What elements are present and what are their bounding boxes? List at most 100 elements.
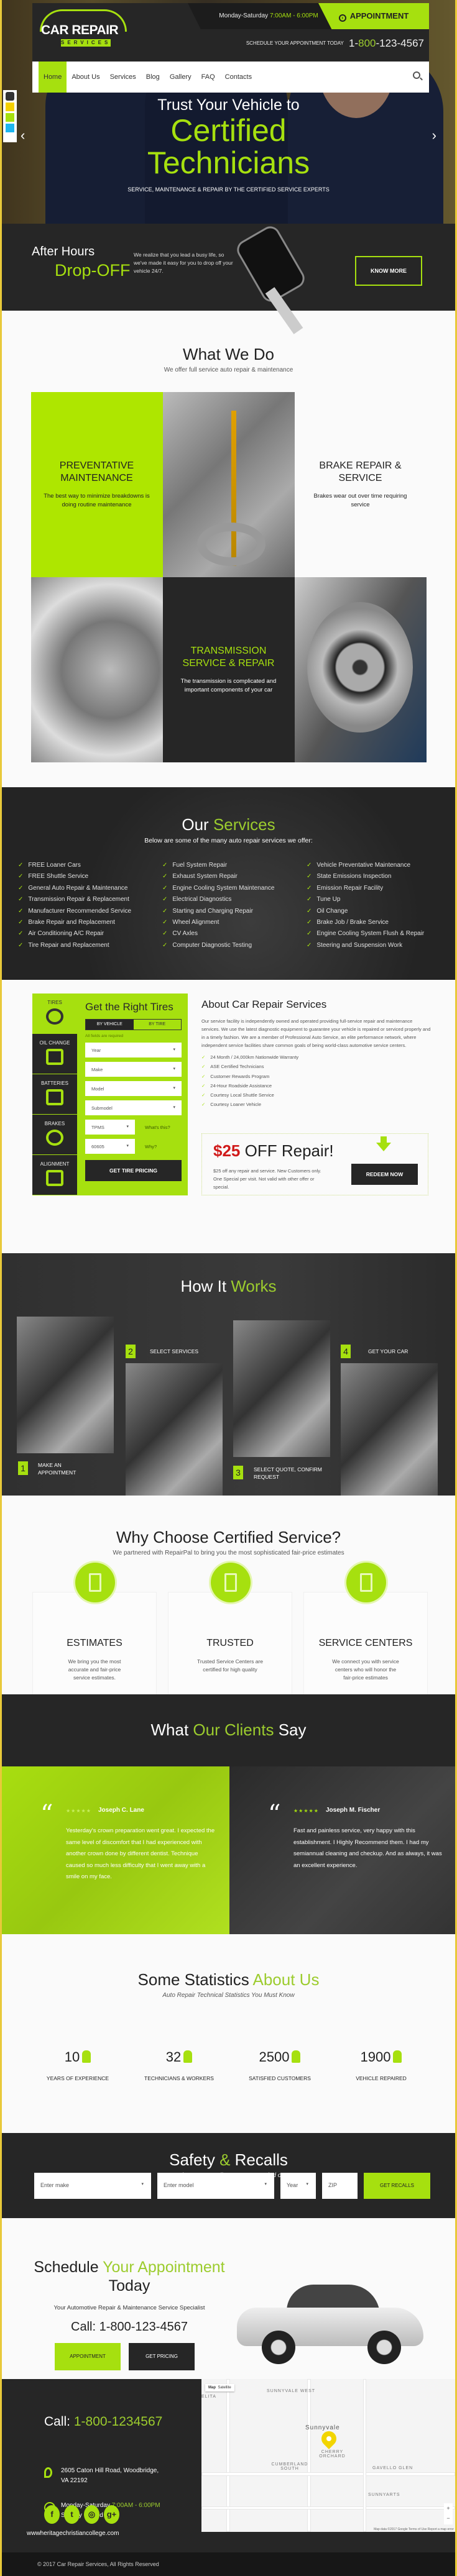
tab-alignment[interactable]: ALIGNMENT	[32, 1155, 77, 1195]
check-icon: ✓	[162, 918, 168, 926]
make-select[interactable]: Enter make	[34, 2173, 151, 2199]
party-popper-icon	[82, 2050, 91, 2063]
statistics-section: Some Statistics About Us Auto Repair Tec…	[2, 1934, 455, 2102]
google-plus-icon[interactable]: g+	[104, 2505, 119, 2524]
year-select[interactable]: Year	[280, 2173, 316, 2199]
twitter-icon[interactable]: t	[64, 2505, 80, 2524]
service-list-item: ✓ State Emissions Inspection	[307, 873, 392, 880]
service-list-item: ✓ Starting and Charging Repair	[162, 907, 253, 915]
service-card[interactable]: PREVENTATIVE MAINTENANCE The best way to…	[30, 392, 163, 577]
map-pin-icon	[44, 2467, 52, 2478]
feature-list: ✓ 24 Month / 24,000km Nationwide Warranty…	[201, 1054, 432, 1112]
check-icon: ✓	[307, 862, 312, 869]
nav-blog[interactable]: Blog	[141, 62, 165, 93]
what-we-do-section: What We Do We offer full service auto re…	[2, 311, 455, 787]
google-map[interactable]: Map Satellite SUNNYVALE WEST Sunnyvale C…	[201, 2379, 455, 2532]
model-select[interactable]: Enter model	[157, 2173, 274, 2199]
appointment-button[interactable]: › APPOINTMENT	[318, 3, 429, 29]
schedule-phone[interactable]: Call: 1-800-123-4567	[27, 2320, 232, 2334]
arrow-circle-icon: ›	[338, 14, 346, 22]
nav-services[interactable]: Services	[105, 62, 141, 93]
schedule-phone: SCHEDULE YOUR APPOINTMENT TODAY 1-800-12…	[246, 37, 424, 49]
whats-this-link[interactable]: What's this?	[145, 1125, 170, 1130]
service-list-item: ✓ Computer Diagnostic Testing	[162, 941, 252, 949]
service-list-item: ✓ Wheel Alignment	[162, 918, 219, 926]
why-link[interactable]: Why?	[145, 1144, 157, 1149]
nav-gallery[interactable]: Gallery	[165, 62, 196, 93]
logo[interactable]: CAR REPAIR SERVICES	[37, 9, 131, 53]
map-type-toggle[interactable]: Map Satellite	[205, 2384, 234, 2391]
get-pricing-button[interactable]: GET PRICING	[129, 2343, 195, 2370]
feature-item: ✓ 24-Hour Roadside Assistance	[201, 1082, 272, 1089]
check-icon: ✓	[18, 862, 24, 869]
brake-disc-icon	[46, 1130, 63, 1146]
check-icon: ✓	[307, 930, 312, 938]
nav-about-us[interactable]: About Us	[67, 62, 104, 93]
map-zoom-control[interactable]: + −	[444, 2503, 453, 2524]
by-tire-toggle[interactable]: BY TIRE	[134, 1020, 182, 1030]
service-list-item: ✓ Transmission Repair & Replacement	[18, 896, 129, 903]
tab-brakes[interactable]: BRAKES	[32, 1115, 77, 1155]
service-card[interactable]: TRANSMISSION SERVICE & REPAIR The transm…	[162, 577, 295, 762]
check-icon: ✓	[162, 896, 168, 903]
feature-item: ✓ Courtesy Loaner Vehicle	[201, 1102, 262, 1108]
make-select[interactable]: Make	[85, 1062, 182, 1077]
feature-item: ✓ Courtesy Local Shuttle Service	[201, 1092, 274, 1098]
tab-batteries[interactable]: BATTERIES	[32, 1074, 77, 1115]
star-rating: ★★★★★	[293, 1808, 319, 1814]
nav-faq[interactable]: FAQ	[196, 62, 220, 93]
by-vehicle-toggle[interactable]: BY VEHICLE	[86, 1020, 134, 1030]
people-icon	[292, 2050, 301, 2063]
know-more-button[interactable]: KNOW MORE	[355, 256, 422, 286]
zip-select[interactable]: 60605	[85, 1139, 135, 1154]
tire-finder-widget: TIRES OIL CHANGE BATTERIES BRAKES ALIGNM…	[32, 993, 188, 1195]
service-list-item: ✓ Brake Repair and Replacement	[18, 918, 115, 926]
tab-oil-change[interactable]: OIL CHANGE	[32, 1034, 77, 1074]
tpms-select[interactable]: TPMS	[85, 1120, 135, 1135]
social-links: f t ◎ g+	[44, 2505, 119, 2524]
service-card[interactable]: BRAKE REPAIR & SERVICE Brakes wear out o…	[294, 392, 427, 577]
step-image-car-handover	[341, 1363, 438, 1496]
main-nav: Home About Us Services Blog Gallery FAQ …	[32, 62, 429, 93]
step-number: 4	[341, 1345, 351, 1358]
model-select[interactable]: Model	[85, 1081, 182, 1096]
hero-text: Trust Your Vehicle to Certified Technici…	[127, 96, 330, 193]
tab-tires[interactable]: TIRES	[32, 993, 77, 1034]
check-icon: ✓	[162, 873, 168, 880]
get-tire-pricing-button[interactable]: GET TIRE PRICING	[85, 1160, 182, 1181]
search-icon[interactable]	[413, 71, 420, 79]
nav-home[interactable]: Home	[39, 62, 67, 93]
check-icon: ✓	[201, 1092, 206, 1098]
check-icon: ✓	[307, 907, 312, 915]
step-label: MAKE AN APPOINTMENT	[38, 1462, 76, 1476]
oil-can-icon	[46, 1049, 63, 1065]
header-phone[interactable]: 1-800-123-4567	[349, 37, 424, 49]
zip-input[interactable]: ZIP	[322, 2173, 358, 2199]
check-icon: ✓	[162, 907, 168, 915]
feature-item: ✓ Customer Rewards Program	[201, 1073, 270, 1079]
nav-contacts[interactable]: Contacts	[220, 62, 257, 93]
check-icon: ✓	[18, 884, 24, 892]
calculator-icon	[89, 1573, 101, 1592]
check-icon: ✓	[201, 1082, 206, 1089]
tire-icon	[46, 1008, 63, 1025]
service-list-item: ✓ Vehicle Preventative Maintenance	[307, 862, 411, 869]
appointment-button[interactable]: APPOINTMENT	[55, 2343, 121, 2370]
facebook-icon[interactable]: f	[44, 2505, 60, 2524]
map-pin-icon[interactable]	[318, 2428, 339, 2449]
stat-item: 10 YEARS OF EXPERIENCE	[46, 2049, 109, 2081]
feature-item: ✓ ASE Certified Technicians	[201, 1064, 264, 1070]
how-it-works-section: How It Works 1 MAKE AN APPOINTMENT 2 SEL…	[2, 1253, 455, 1496]
check-icon: ✓	[162, 941, 168, 949]
check-icon: ✓	[162, 930, 168, 938]
redeem-now-button[interactable]: REDEEM NOW	[351, 1164, 418, 1185]
get-recalls-button[interactable]: GET RECALLS	[364, 2173, 430, 2199]
submodel-select[interactable]: Submodel	[85, 1100, 182, 1115]
certificate-icon	[360, 1573, 372, 1592]
instagram-icon[interactable]: ◎	[84, 2505, 99, 2524]
car-key-image	[233, 222, 322, 334]
year-select[interactable]: Year	[85, 1043, 182, 1057]
footer-phone[interactable]: 1-800-1234567	[74, 2414, 162, 2429]
check-icon: ✓	[307, 896, 312, 903]
check-icon: ✓	[18, 873, 24, 880]
